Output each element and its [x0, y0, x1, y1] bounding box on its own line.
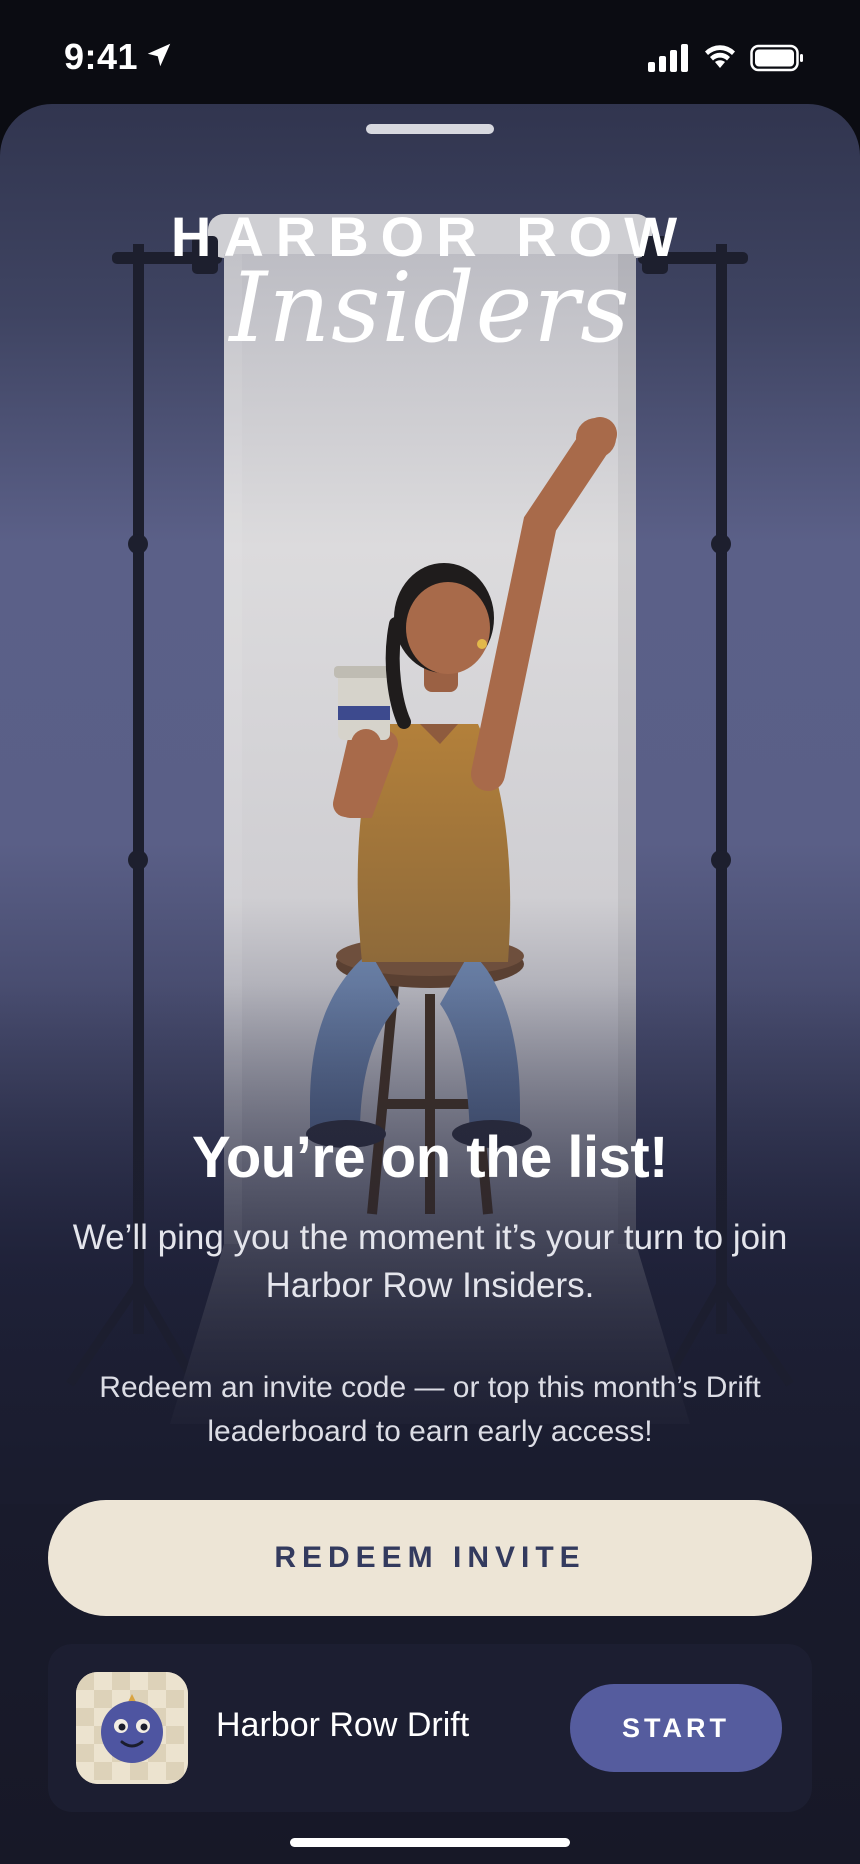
- confirmation-body: We’ll ping you the moment it’s your turn…: [72, 1218, 788, 1305]
- battery-icon: [750, 44, 803, 72]
- drift-mascot-icon: [76, 1672, 188, 1784]
- status-time: 9:41: [64, 36, 139, 77]
- redeem-invite-button[interactable]: REDEEM INVITE: [48, 1500, 812, 1616]
- drift-promo-card: Harbor Row Drift START: [48, 1644, 812, 1812]
- start-label: START: [622, 1712, 730, 1743]
- home-indicator[interactable]: [290, 1838, 570, 1847]
- start-button[interactable]: START: [570, 1684, 782, 1772]
- status-bar: 9:41: [0, 0, 860, 110]
- drift-app-icon: [76, 1672, 188, 1784]
- drift-app-name: Harbor Row Drift: [216, 1706, 470, 1744]
- location-arrow-icon: [147, 43, 171, 67]
- wifi-icon: [705, 45, 735, 68]
- modal-sheet: HARBOR ROW Insiders You’re on the list! …: [0, 104, 860, 1864]
- confirmation-headline: You’re on the list!: [192, 1125, 669, 1190]
- invite-hint: Redeem an invite code — or top this mont…: [99, 1371, 761, 1448]
- cellular-signal-icon: [648, 44, 688, 72]
- brand-script-title: Insiders: [229, 252, 631, 364]
- redeem-invite-label: REDEEM INVITE: [274, 1541, 586, 1574]
